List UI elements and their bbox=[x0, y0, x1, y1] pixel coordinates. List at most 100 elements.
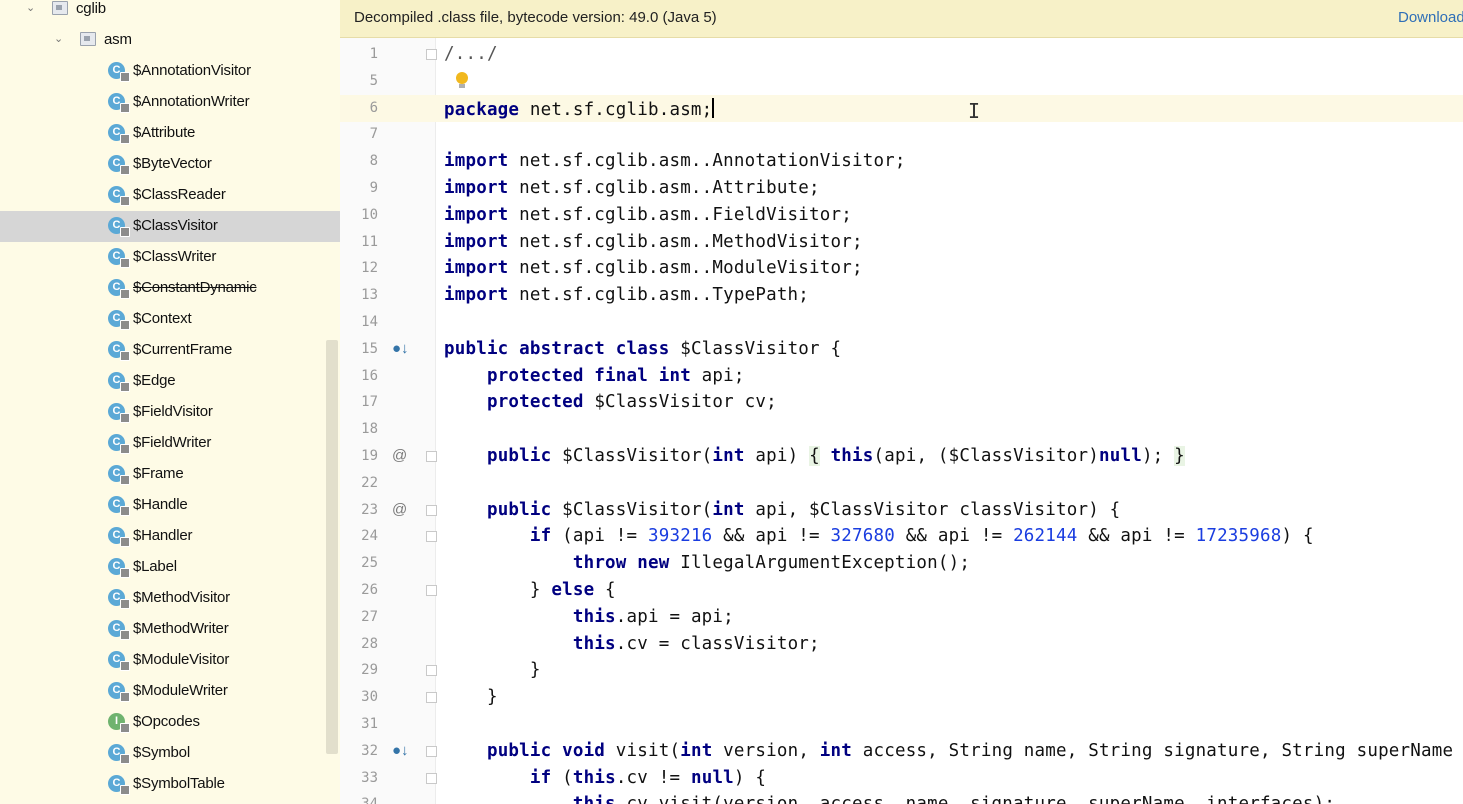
code-text: protected final int api; bbox=[486, 365, 745, 386]
code-line[interactable]: 28 this.cv = classVisitor; bbox=[340, 631, 1463, 658]
line-number: 22 bbox=[361, 474, 378, 491]
line-number: 33 bbox=[361, 769, 378, 786]
tree-item-fieldwriter[interactable]: C $FieldWriter bbox=[0, 428, 340, 459]
tree-item-currentframe[interactable]: C $CurrentFrame bbox=[0, 335, 340, 366]
code-line[interactable]: 1 /.../ bbox=[340, 41, 1463, 68]
code-line[interactable]: 26 } else { bbox=[340, 577, 1463, 604]
line-number: 18 bbox=[361, 421, 378, 438]
code-line[interactable]: 25 throw new IllegalArgumentException(); bbox=[340, 550, 1463, 577]
code-line[interactable]: 18 bbox=[340, 416, 1463, 443]
lock-icon bbox=[120, 382, 130, 392]
tree-item-edge[interactable]: C $Edge bbox=[0, 366, 340, 397]
code-line[interactable]: 23 @ public $ClassVisitor(int api, $Class… bbox=[340, 497, 1463, 524]
line-number: 31 bbox=[361, 716, 378, 732]
code-line[interactable]: 9 import net.sf.cglib.asm..Attribute; bbox=[340, 175, 1463, 202]
code-line[interactable]: 16 protected final int api; bbox=[340, 363, 1463, 390]
code-line[interactable]: 10 import net.sf.cglib.asm..FieldVisitor; bbox=[340, 202, 1463, 229]
code-line[interactable]: 31 bbox=[340, 711, 1463, 738]
tree-item-opcodes[interactable]: I $Opcodes bbox=[0, 707, 340, 738]
fold-icon[interactable] bbox=[426, 585, 437, 596]
tree-item-constantdynamic[interactable]: C $ConstantDynamic bbox=[0, 273, 340, 304]
code-line[interactable]: 5 bbox=[340, 68, 1463, 95]
expand-arrow-icon[interactable]: ⌄ bbox=[54, 32, 66, 45]
fold-icon[interactable] bbox=[426, 531, 437, 543]
tree-item-label: $AnnotationWriter bbox=[133, 93, 250, 110]
lock-icon bbox=[120, 103, 130, 113]
fold-icon[interactable] bbox=[426, 49, 437, 60]
annotation-gutter-icon[interactable]: @ bbox=[392, 447, 407, 464]
tree-item-context[interactable]: C $Context bbox=[0, 304, 340, 335]
decompiled-banner: Decompiled .class file, bytecode version… bbox=[340, 0, 1463, 38]
tree-item-classvisitor[interactable]: C $ClassVisitor bbox=[0, 211, 340, 242]
tree-item-modulevisitor[interactable]: C $ModuleVisitor bbox=[0, 645, 340, 676]
code-text: public $ClassVisitor(int api) { this(api… bbox=[486, 446, 1185, 466]
tree-item-methodwriter[interactable]: C $MethodWriter bbox=[0, 614, 340, 645]
annotation-gutter-icon[interactable]: @ bbox=[392, 501, 407, 518]
code-line[interactable]: 22 bbox=[340, 470, 1463, 497]
code-line[interactable]: 12 import net.sf.cglib.asm..ModuleVisitor… bbox=[340, 255, 1463, 282]
lock-icon bbox=[120, 661, 130, 671]
code-line[interactable]: 34 this.cv.visit(version, access, name, … bbox=[340, 791, 1463, 804]
tree-item-attribute[interactable]: C $Attribute bbox=[0, 118, 340, 149]
tree-item-cglib[interactable]: ⌄ cglib bbox=[0, 0, 340, 25]
tree-item-symboltable[interactable]: C $SymbolTable bbox=[0, 769, 340, 800]
code-line[interactable]: 7 bbox=[340, 121, 1463, 148]
line-number: 30 bbox=[361, 689, 378, 706]
tree-item-label: $AnnotationVisitor bbox=[133, 62, 251, 79]
tree-item-label: cglib bbox=[76, 0, 106, 17]
code-line[interactable]: 11 import net.sf.cglib.asm..MethodVisitor… bbox=[340, 229, 1463, 256]
tree-item-fieldvisitor[interactable]: C $FieldVisitor bbox=[0, 397, 340, 428]
lock-icon bbox=[120, 289, 130, 299]
tree-item-methodvisitor[interactable]: C $MethodVisitor bbox=[0, 583, 340, 614]
code-line[interactable]: 19 @ public $ClassVisitor(int api) { this… bbox=[340, 443, 1463, 470]
code-line[interactable]: 30 } bbox=[340, 684, 1463, 711]
code-line[interactable]: 17 protected $ClassVisitor cv; bbox=[340, 389, 1463, 416]
tree-item-classwriter[interactable]: C $ClassWriter bbox=[0, 242, 340, 273]
lock-icon bbox=[120, 568, 130, 578]
code-line[interactable]: 27 this.api = api; bbox=[340, 604, 1463, 631]
lock-icon bbox=[120, 630, 130, 640]
tree-item-label: asm bbox=[104, 31, 132, 48]
lock-icon bbox=[120, 134, 130, 144]
code-line[interactable]: 33 if (this.cv != null) { bbox=[340, 765, 1463, 792]
fold-icon[interactable] bbox=[426, 665, 437, 677]
tree-item-frame[interactable]: C $Frame bbox=[0, 459, 340, 490]
fold-icon[interactable] bbox=[426, 745, 437, 757]
code-editor[interactable]: 1 /.../ 5 6 package net.sf.cglib.asm; 7 8 impor… bbox=[340, 38, 1463, 804]
code-line[interactable]: 13 import net.sf.cglib.asm..TypePath; bbox=[340, 282, 1463, 309]
tree-item-handle[interactable]: C $Handle bbox=[0, 490, 340, 521]
code-line[interactable]: 14 bbox=[340, 309, 1463, 336]
expand-arrow-icon[interactable]: ⌄ bbox=[26, 1, 38, 14]
tree-item-modulewriter[interactable]: C $ModuleWriter bbox=[0, 676, 340, 707]
fold-icon[interactable] bbox=[426, 504, 437, 516]
implemented-gutter-icon[interactable]: ●↓ bbox=[392, 742, 409, 759]
tree-item-bytevector[interactable]: C $ByteVector bbox=[0, 149, 340, 180]
fold-icon[interactable] bbox=[426, 692, 437, 704]
fold-icon[interactable] bbox=[426, 451, 437, 462]
project-tree[interactable]: ⌄ cglib ⌄ asm C $AnnotationVisitor C $Annotatio… bbox=[0, 0, 340, 804]
lock-icon bbox=[120, 72, 130, 82]
tree-item-symbol[interactable]: C $Symbol bbox=[0, 738, 340, 769]
tree-item-label[interactable]: C $Label bbox=[0, 552, 340, 583]
lightbulb-icon[interactable] bbox=[456, 71, 468, 88]
implemented-gutter-icon[interactable]: ●↓ bbox=[392, 340, 409, 357]
lock-icon bbox=[120, 599, 130, 609]
code-line[interactable]: 29 } bbox=[340, 657, 1463, 684]
lock-icon bbox=[120, 413, 130, 423]
code-line[interactable]: 32 ●↓ public void visit(int version, int … bbox=[340, 738, 1463, 765]
code-line[interactable]: 8 import net.sf.cglib.asm..AnnotationVisi… bbox=[340, 148, 1463, 175]
tree-item-annotationvisitor[interactable]: C $AnnotationVisitor bbox=[0, 56, 340, 87]
tree-item-handler[interactable]: C $Handler bbox=[0, 521, 340, 552]
code-line[interactable]: 24 if (api != 393216 && api != 327680 &&… bbox=[340, 523, 1463, 550]
line-number: 25 bbox=[361, 555, 378, 572]
fold-icon[interactable] bbox=[426, 772, 437, 784]
line-number: 32 bbox=[361, 742, 378, 759]
download-sources-link[interactable]: Download bbox=[1398, 9, 1463, 26]
line-number: 11 bbox=[361, 233, 378, 250]
code-line[interactable]: 6 package net.sf.cglib.asm; bbox=[340, 94, 1463, 122]
tree-item-classreader[interactable]: C $ClassReader bbox=[0, 180, 340, 211]
tree-item-asm[interactable]: ⌄ asm bbox=[0, 25, 340, 56]
tree-item-annotationwriter[interactable]: C $AnnotationWriter bbox=[0, 87, 340, 118]
code-line[interactable]: 15 ●↓ public abstract class $ClassVisitor … bbox=[340, 336, 1463, 363]
tree-item-label: $FieldWriter bbox=[133, 434, 212, 451]
